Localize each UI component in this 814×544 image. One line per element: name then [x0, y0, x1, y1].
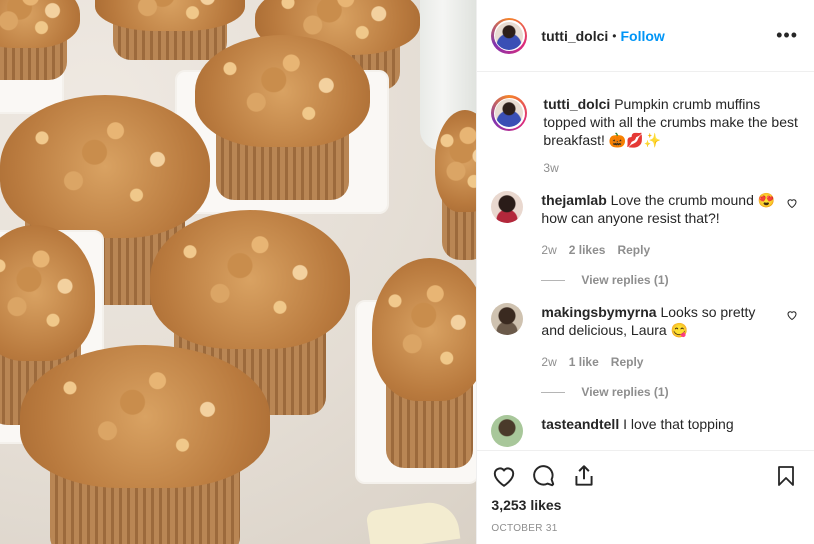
view-replies-label: View replies (1)	[581, 273, 669, 287]
muffin	[0, 0, 80, 80]
view-replies-button[interactable]: View replies (1)	[541, 383, 776, 401]
comments-list[interactable]: tutti_dolci Pumpkin crumb muffins topped…	[477, 73, 814, 450]
comment-username[interactable]: thejamlab	[541, 192, 606, 208]
heart-icon[interactable]	[491, 463, 517, 489]
comment-time: 2w	[541, 355, 557, 369]
separator-dot: •	[612, 28, 617, 43]
comment-username[interactable]: tasteandtell	[541, 416, 619, 432]
banana-slice	[365, 498, 461, 544]
view-replies-button[interactable]: View replies (1)	[541, 271, 776, 289]
muffin	[372, 258, 477, 468]
comment-icon[interactable]	[531, 463, 557, 489]
action-bar: 3,253 likes OCTOBER 31	[477, 450, 814, 544]
comment-heart-icon[interactable]	[786, 309, 798, 321]
likes-count[interactable]: 3,253 likes	[491, 497, 798, 513]
reply-button[interactable]: Reply	[617, 241, 650, 259]
caption-username[interactable]: tutti_dolci	[543, 96, 610, 112]
follow-button[interactable]: Follow	[621, 28, 665, 44]
commenter-avatar[interactable]	[491, 415, 524, 447]
comment-emoji: 😍	[757, 192, 776, 208]
caption-avatar[interactable]	[491, 95, 528, 131]
muffin	[20, 345, 270, 544]
instagram-post: tutti_dolci • Follow ••• tutti_dolci Pum…	[0, 0, 814, 544]
comment-text: I love that topping	[623, 416, 734, 432]
comment-likes[interactable]: 2 likes	[569, 241, 606, 259]
comment-item: makingsbymyrna Looks so pretty and delic…	[491, 303, 798, 401]
post-photo[interactable]	[0, 0, 477, 544]
reply-button[interactable]: Reply	[611, 353, 644, 371]
comment-emoji: 😋	[670, 322, 689, 338]
comment-item: thejamlab Love the crumb mound 😍 how can…	[491, 191, 798, 289]
comment-item: tasteandtell I love that topping	[491, 415, 798, 447]
comment-heart-icon[interactable]	[786, 197, 798, 209]
comment-time: 2w	[541, 243, 557, 257]
commenter-avatar[interactable]	[491, 191, 524, 223]
caption: tutti_dolci Pumpkin crumb muffins topped…	[491, 95, 798, 177]
bookmark-icon[interactable]	[774, 463, 798, 489]
comment-text: Love the crumb mound	[610, 192, 758, 208]
more-icon[interactable]: •••	[776, 25, 798, 46]
replies-divider	[541, 279, 566, 281]
view-replies-label: View replies (1)	[581, 385, 669, 399]
post-header: tutti_dolci • Follow •••	[477, 0, 814, 72]
share-icon[interactable]	[571, 463, 597, 489]
comment-text-end: how can anyone resist that?!	[541, 210, 720, 226]
muffin	[435, 110, 477, 260]
comment-username[interactable]: makingsbymyrna	[541, 304, 656, 320]
comment-likes[interactable]: 1 like	[569, 353, 599, 371]
post-date: OCTOBER 31	[491, 523, 558, 534]
replies-divider	[541, 391, 566, 393]
author-avatar[interactable]	[491, 17, 528, 54]
author-username[interactable]: tutti_dolci	[541, 28, 608, 44]
muffin	[195, 35, 370, 200]
commenter-avatar[interactable]	[491, 303, 524, 335]
caption-time: 3w	[543, 161, 559, 175]
post-sidebar: tutti_dolci • Follow ••• tutti_dolci Pum…	[476, 0, 814, 544]
